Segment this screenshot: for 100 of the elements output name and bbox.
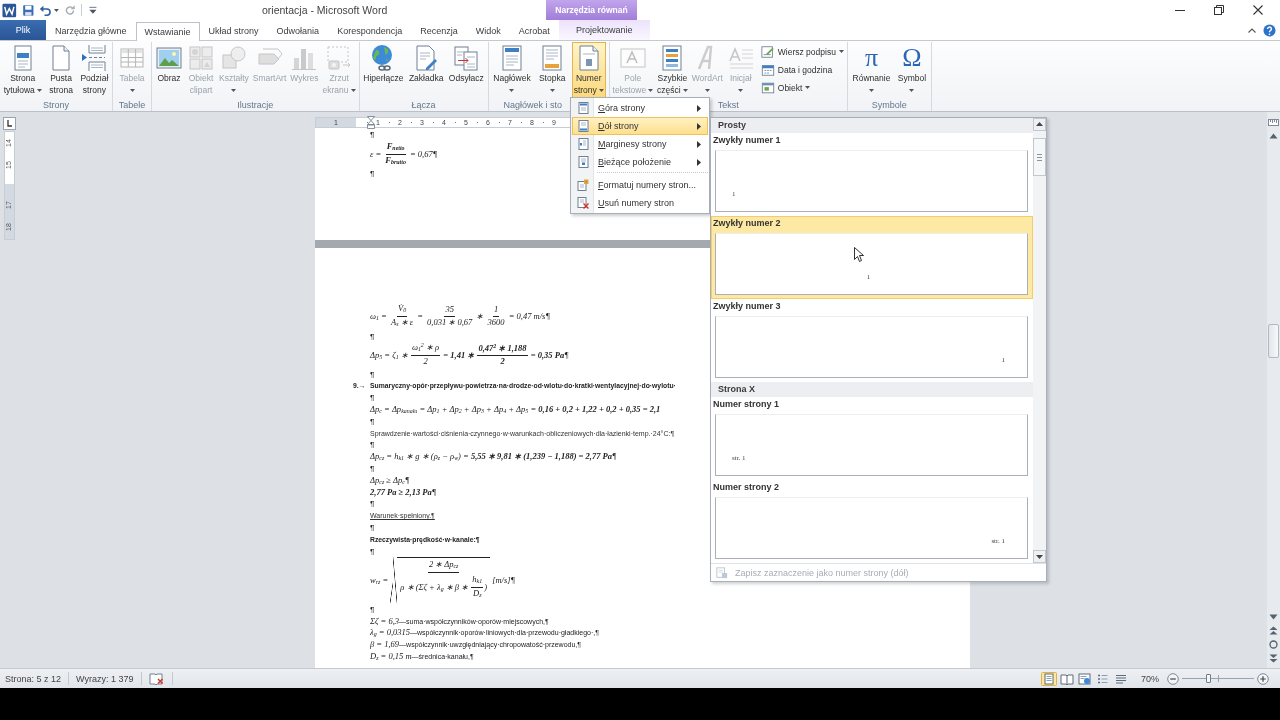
word-count[interactable]: Wyrazy: 1 379 — [76, 673, 134, 684]
scrollbar-thumb[interactable] — [1268, 324, 1279, 358]
open-book-icon[interactable] — [1059, 671, 1075, 686]
close-icon[interactable] — [1253, 5, 1263, 15]
scroll-down-icon[interactable] — [1269, 614, 1278, 620]
ribbon-button[interactable]: Nagłówek — [491, 42, 533, 98]
page-margin-icon — [577, 138, 589, 150]
zoom-in-icon[interactable] — [1257, 672, 1269, 685]
zoom-slider-thumb[interactable] — [1206, 674, 1212, 683]
menu-item[interactable]: Usuń numery stron — [572, 194, 708, 212]
equation: Δp$_{cz}$ = h$_{k1}$ ∗ g ∗ (ρ$_{z}$ − ρ$_{w}$) = 5,55 ∗ 9,81 ∗ (1,239 − 1,188) = 2,77 Pa¶ — [370, 451, 617, 463]
menu-item[interactable]: Góra strony — [572, 99, 708, 117]
ribbon-tab[interactable]: Projektowanie — [558, 20, 650, 40]
ribbon-button[interactable]: Strona tytułowa — [1, 42, 44, 98]
page-box-icon — [716, 566, 728, 579]
help-icon[interactable] — [1263, 23, 1276, 37]
previous-page-icon[interactable] — [1269, 626, 1278, 635]
paragraph-mark: ¶ — [370, 439, 375, 451]
scroll-up-icon[interactable] — [1269, 133, 1278, 139]
caret-icon — [129, 88, 135, 92]
ribbon-tab[interactable]: Acrobat — [509, 22, 559, 40]
submenu-arrow-icon — [697, 140, 701, 148]
ribbon-button[interactable]: π Równanie — [850, 42, 893, 98]
ribbon-button[interactable]: Numer strony — [571, 42, 606, 98]
ribbon-small-button[interactable]: Obiekt — [758, 79, 846, 96]
caret-icon[interactable] — [53, 8, 59, 12]
ribbon-tab[interactable]: Plik — [0, 20, 46, 40]
paragraph-mark: ¶ — [370, 168, 375, 180]
caret-icon — [598, 88, 604, 92]
group-label: Tekst — [717, 99, 739, 110]
ribbon-tab[interactable]: Narzędzia główne — [46, 22, 136, 40]
linked-pages-icon — [452, 44, 481, 72]
page-layout-icon[interactable] — [1041, 671, 1057, 686]
menu-item[interactable]: Marginesy strony — [572, 135, 708, 153]
contextual-tab-header: Narzędzia równań — [546, 0, 637, 20]
menu-item[interactable]: Formatuj numery stron... — [572, 176, 708, 194]
ribbon-tab[interactable]: Wstawianie — [135, 22, 200, 41]
paragraph-mark: ¶ — [370, 392, 375, 404]
group-label: Łącza — [411, 99, 436, 110]
book-error-icon[interactable] — [148, 671, 165, 686]
ribbon-button[interactable]: Zakładka — [406, 42, 446, 98]
zoom-level[interactable]: 70% — [1141, 673, 1159, 684]
ribbon-small-button[interactable]: Data i godzina — [758, 61, 846, 78]
ribbon-button[interactable]: Stopka — [536, 42, 569, 98]
ribbon-tab[interactable]: Recenzja — [411, 22, 467, 40]
ribbon-tab[interactable]: Korespondencja — [328, 22, 412, 40]
picture-icon — [155, 44, 183, 72]
clipart-icon — [187, 44, 215, 72]
tab-stop-icon[interactable] — [2, 117, 16, 130]
scrollbar-thumb[interactable] — [1033, 138, 1046, 176]
ribbon-button[interactable]: Pusta strona — [45, 42, 78, 98]
browse-object-icon[interactable] — [1269, 640, 1278, 649]
restore-icon[interactable] — [1214, 5, 1224, 15]
caret-icon — [231, 88, 237, 92]
caret-icon — [350, 88, 356, 92]
shapes-icon — [219, 44, 248, 72]
ribbon-button[interactable]: Odsyłacz — [446, 42, 486, 98]
indent-marker-icon[interactable] — [367, 116, 375, 129]
next-page-icon[interactable] — [1269, 654, 1278, 663]
page-break-icon — [80, 44, 109, 72]
ribbon-button[interactable]: Ω Symbol — [895, 42, 929, 98]
paragraph-mark: ¶ — [370, 368, 375, 380]
globe-page-icon[interactable] — [1077, 671, 1093, 686]
page-footer-icon — [577, 120, 589, 132]
caret-icon — [869, 88, 874, 92]
ribbon-small-button[interactable]: Wiersz podpisu — [758, 43, 846, 60]
ruler-toggle-icon[interactable] — [1268, 117, 1279, 128]
menu-item[interactable]: Dół strony — [572, 117, 708, 135]
paragraph-mark: ¶ — [370, 415, 375, 427]
save-icon[interactable] — [21, 3, 35, 17]
chevron-up-icon[interactable] — [1248, 27, 1256, 33]
caret-icon — [549, 88, 555, 92]
ribbon-button[interactable]: Szybkie części — [655, 42, 690, 98]
mouse-pointer-icon — [854, 247, 864, 262]
page-count[interactable]: Strona: 5 z 12 — [5, 673, 62, 684]
ribbon-button[interactable]: Obraz — [153, 42, 185, 98]
ribbon-tab[interactable]: Odwołania — [267, 22, 329, 40]
scroll-down-icon[interactable] — [1033, 550, 1046, 563]
page-badge-icon — [577, 179, 589, 191]
scroll-up-icon[interactable] — [1033, 118, 1046, 131]
zoom-out-icon[interactable] — [1167, 672, 1179, 685]
menu-item[interactable]: Bieżące położenie — [572, 153, 708, 171]
page-block-icon — [577, 156, 589, 168]
caret-icon — [738, 88, 744, 92]
calendar-icon — [760, 62, 775, 77]
group-label: Ilustracje — [237, 99, 274, 110]
caret-icon — [704, 88, 710, 92]
group-label: Strony — [43, 99, 69, 110]
gallery-section-header: Prosty — [711, 118, 1033, 133]
submenu-arrow-icon — [697, 122, 701, 130]
caret-icon — [838, 50, 844, 53]
ribbon-button[interactable]: Podział strony — [78, 42, 111, 98]
app-logo-icon[interactable] — [2, 2, 17, 18]
equation: Δp$_{c}$ = Δp$_{kanału}$ = Δp$_{1}$ + Δp$_{2}$ + Δp$_{3}$ + Δp$_{4}$ + Δp$_{5}$ = 0,16 + 0,2 + 1,22 + 0,2 + 0,35 = 2,1 — [370, 403, 661, 416]
ribbon-tab[interactable]: Układ strony — [199, 22, 268, 40]
ribbon-tab[interactable]: Widok — [466, 22, 510, 40]
paragraph-mark: ¶ — [370, 463, 375, 474]
ribbon-button[interactable]: Hiperłącze — [361, 42, 406, 98]
undo-icon[interactable] — [39, 3, 52, 17]
caret-icon — [909, 88, 915, 92]
